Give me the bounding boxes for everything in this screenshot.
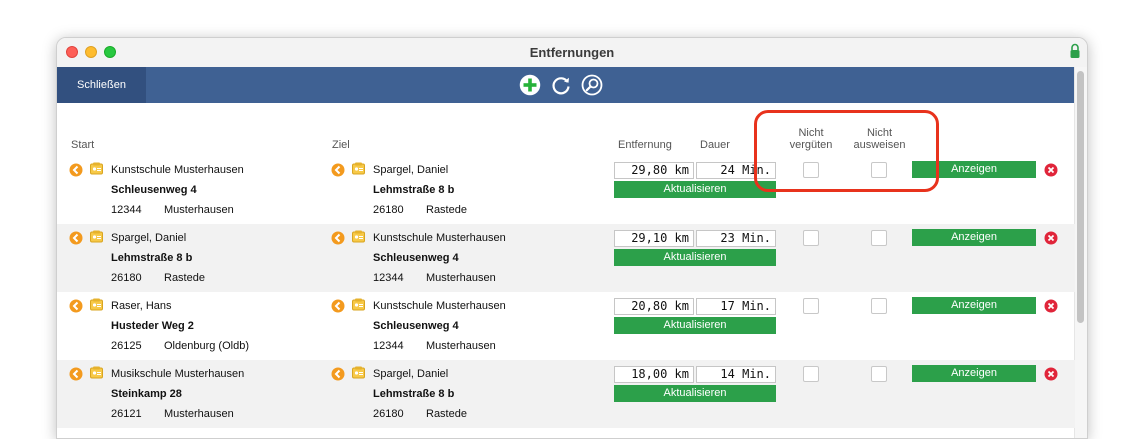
nicht-verguten-checkbox[interactable] bbox=[803, 230, 819, 246]
distance-field[interactable]: 29,10 km bbox=[614, 230, 694, 247]
start-zip: 12344 bbox=[111, 204, 142, 216]
column-header-ziel: Ziel bbox=[332, 139, 350, 151]
duration-field[interactable]: 17 Min. bbox=[696, 298, 776, 315]
column-header-dauer: Dauer bbox=[700, 139, 730, 151]
nicht-ausweisen-checkbox[interactable] bbox=[871, 366, 887, 382]
update-button[interactable]: Aktualisieren bbox=[614, 385, 776, 402]
start-city: Musterhausen bbox=[164, 204, 234, 216]
ziel-zip: 26180 bbox=[373, 408, 404, 420]
show-button[interactable]: Anzeigen bbox=[912, 297, 1036, 314]
start-zip: 26180 bbox=[111, 272, 142, 284]
ziel-street: Lehmstraße 8 b bbox=[373, 184, 455, 196]
delete-icon[interactable] bbox=[1044, 163, 1058, 177]
table-row: Musikschule Musterhausen Steinkamp 28 26… bbox=[57, 360, 1075, 428]
start-name: Musikschule Musterhausen bbox=[111, 368, 245, 380]
update-button[interactable]: Aktualisieren bbox=[614, 249, 776, 266]
start-street: Schleusenweg 4 bbox=[111, 184, 197, 196]
start-name: Spargel, Daniel bbox=[111, 232, 187, 244]
start-city: Oldenburg (Oldb) bbox=[164, 340, 249, 352]
start-zip: 26125 bbox=[111, 340, 142, 352]
delete-icon[interactable] bbox=[1044, 299, 1058, 313]
start-street: Husteder Weg 2 bbox=[111, 320, 194, 332]
delete-icon[interactable] bbox=[1044, 367, 1058, 381]
arrow-left-icon[interactable] bbox=[69, 231, 83, 245]
toolbar: Schließen bbox=[57, 67, 1075, 103]
column-header-entfernung: Entfernung bbox=[618, 139, 672, 151]
update-button[interactable]: Aktualisieren bbox=[614, 181, 776, 198]
address-card-icon[interactable] bbox=[90, 366, 103, 379]
address-card-icon[interactable] bbox=[90, 298, 103, 311]
delete-icon[interactable] bbox=[1044, 231, 1058, 245]
nicht-verguten-checkbox[interactable] bbox=[803, 366, 819, 382]
ziel-zip: 12344 bbox=[373, 272, 404, 284]
ziel-street: Lehmstraße 8 b bbox=[373, 388, 455, 400]
nicht-verguten-checkbox[interactable] bbox=[803, 298, 819, 314]
start-zip: 26121 bbox=[111, 408, 142, 420]
close-button[interactable]: Schließen bbox=[57, 67, 146, 103]
address-card-icon[interactable] bbox=[90, 230, 103, 243]
ziel-street: Schleusenweg 4 bbox=[373, 252, 459, 264]
distance-field[interactable]: 18,00 km bbox=[614, 366, 694, 383]
arrow-left-icon[interactable] bbox=[331, 231, 345, 245]
column-header-start: Start bbox=[71, 139, 95, 151]
start-name: Raser, Hans bbox=[111, 300, 172, 312]
ziel-city: Rastede bbox=[426, 408, 467, 420]
address-card-icon[interactable] bbox=[352, 366, 365, 379]
ziel-name: Kunstschule Musterhausen bbox=[373, 300, 506, 312]
ziel-name: Spargel, Daniel bbox=[373, 368, 449, 380]
arrow-left-icon[interactable] bbox=[69, 367, 83, 381]
nicht-ausweisen-checkbox[interactable] bbox=[871, 298, 887, 314]
distance-field[interactable]: 29,80 km bbox=[614, 162, 694, 179]
nicht-ausweisen-checkbox[interactable] bbox=[871, 230, 887, 246]
ziel-zip: 26180 bbox=[373, 204, 404, 216]
window-title: Entfernungen bbox=[529, 45, 615, 60]
refresh-icon[interactable] bbox=[550, 74, 572, 96]
address-card-icon[interactable] bbox=[352, 162, 365, 175]
arrow-left-icon[interactable] bbox=[331, 163, 345, 177]
search-icon[interactable] bbox=[581, 74, 603, 96]
start-street: Steinkamp 28 bbox=[111, 388, 182, 400]
titlebar: Entfernungen bbox=[57, 38, 1087, 68]
lock-icon bbox=[1070, 43, 1080, 58]
start-city: Musterhausen bbox=[164, 408, 234, 420]
arrow-left-icon[interactable] bbox=[331, 299, 345, 313]
address-card-icon[interactable] bbox=[90, 162, 103, 175]
ziel-name: Spargel, Daniel bbox=[373, 164, 449, 176]
table-row: Spargel, Daniel Lehmstraße 8 b 26180 Ras… bbox=[57, 224, 1075, 292]
table-row: Raser, Hans Husteder Weg 2 26125 Oldenbu… bbox=[57, 292, 1075, 360]
ziel-zip: 12344 bbox=[373, 340, 404, 352]
address-card-icon[interactable] bbox=[352, 230, 365, 243]
duration-field[interactable]: 14 Min. bbox=[696, 366, 776, 383]
start-street: Lehmstraße 8 b bbox=[111, 252, 193, 264]
start-city: Rastede bbox=[164, 272, 205, 284]
show-button[interactable]: Anzeigen bbox=[912, 229, 1036, 246]
ziel-street: Schleusenweg 4 bbox=[373, 320, 459, 332]
arrow-left-icon[interactable] bbox=[69, 299, 83, 313]
ziel-name: Kunstschule Musterhausen bbox=[373, 232, 506, 244]
scrollbar-thumb[interactable] bbox=[1077, 71, 1084, 323]
arrow-left-icon[interactable] bbox=[331, 367, 345, 381]
show-button[interactable]: Anzeigen bbox=[912, 365, 1036, 382]
ziel-city: Musterhausen bbox=[426, 340, 496, 352]
ziel-city: Rastede bbox=[426, 204, 467, 216]
ziel-city: Musterhausen bbox=[426, 272, 496, 284]
window: Entfernungen Schließen Start Ziel Entfer… bbox=[56, 37, 1088, 439]
distance-field[interactable]: 20,80 km bbox=[614, 298, 694, 315]
annotation-highlight bbox=[754, 110, 939, 192]
start-name: Kunstschule Musterhausen bbox=[111, 164, 244, 176]
duration-field[interactable]: 23 Min. bbox=[696, 230, 776, 247]
update-button[interactable]: Aktualisieren bbox=[614, 317, 776, 334]
arrow-left-icon[interactable] bbox=[69, 163, 83, 177]
plus-circle-icon[interactable] bbox=[519, 74, 541, 96]
address-card-icon[interactable] bbox=[352, 298, 365, 311]
